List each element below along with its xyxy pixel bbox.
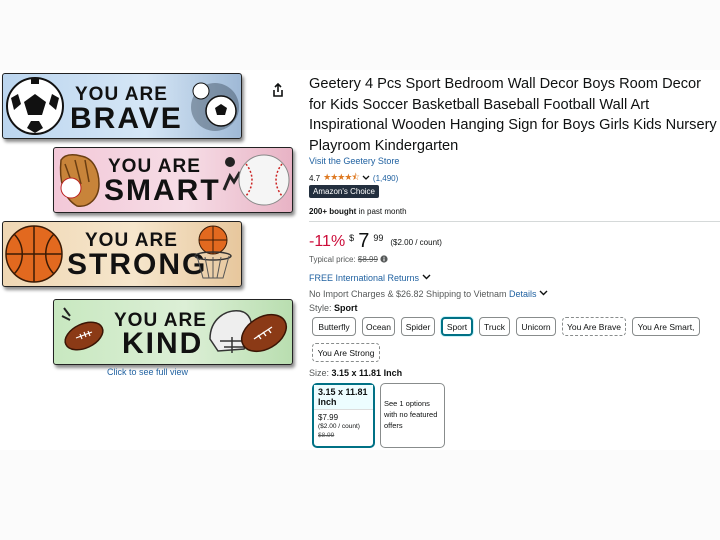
product-title: Geetery 4 Pcs Sport Bedroom Wall Decor B… [309, 76, 717, 154]
style-option-butterfly[interactable]: Butterfly [312, 317, 356, 336]
price-fraction: 99 [373, 233, 384, 243]
style-label: Style: Sport [309, 303, 358, 313]
style-option-unicorn[interactable]: Unicorn [516, 317, 556, 336]
shipping-text: No Import Charges & $26.82 Shipping to V… [309, 289, 509, 299]
size-card-old-price: $8.99 [318, 432, 335, 439]
style-option-ocean[interactable]: Ocean [362, 317, 395, 336]
divider [309, 221, 720, 222]
style-option-sport[interactable]: Sport [441, 317, 473, 336]
chevron-down-icon [422, 274, 431, 280]
image-gallery[interactable]: YOU ARE BRAVE YOU ARE SMART YOU ARE STRO… [0, 70, 300, 380]
price-whole: 7 [358, 230, 370, 252]
star-icon[interactable]: ★★★★⯪ [323, 170, 360, 186]
rating-value: 4.7 [309, 173, 321, 183]
store-link[interactable]: Visit the Geetery Store [309, 156, 399, 166]
free-returns-label: FREE International Returns [309, 273, 420, 283]
soccer-ball-icon [6, 77, 64, 135]
sign-line2: KIND [122, 327, 204, 360]
basketball-icon [5, 225, 63, 283]
bottom-band [0, 450, 720, 540]
full-view-link[interactable]: Click to see full view [107, 367, 188, 377]
style-option-spider[interactable]: Spider [401, 317, 435, 336]
style-option-you-are-brave[interactable]: You Are Brave [562, 317, 626, 336]
typical-price-value: $8.99 [357, 255, 378, 264]
info-icon[interactable] [380, 255, 388, 263]
bought-count: 200+ bought [309, 207, 357, 216]
bought-period: in past month [356, 207, 407, 216]
sign-image-strong[interactable]: YOU ARE STRONG [2, 221, 242, 287]
price-symbol: $ [349, 233, 355, 243]
style-option-truck[interactable]: Truck [479, 317, 510, 336]
amazons-choice-badge[interactable]: Amazon's Choice [309, 185, 379, 198]
chevron-down-icon[interactable] [539, 289, 548, 297]
sign-image-kind[interactable]: YOU ARE KIND [53, 299, 293, 365]
size-option-other[interactable]: See 1 options with no featured offers [380, 383, 445, 448]
baseball-glove-icon [59, 154, 100, 207]
bought-info: 200+ bought in past month [309, 207, 407, 216]
shipping-info: No Import Charges & $26.82 Shipping to V… [309, 289, 548, 299]
size-option-selected[interactable]: 3.15 x 11.81 Inch $7.99 ($2.00 / count) … [312, 383, 375, 448]
size-card-unit: ($2.00 / count) [318, 423, 360, 430]
price-block: -11% $ 7 99 ($2.00 / count) [309, 230, 442, 253]
size-label-text: Size: [309, 368, 332, 378]
share-icon[interactable] [270, 82, 286, 98]
sign-line2: BRAVE [70, 102, 183, 135]
football-icon [61, 307, 104, 351]
typical-price: Typical price: $8.99 [309, 255, 388, 264]
sign-image-smart[interactable]: YOU ARE SMART [53, 147, 293, 213]
sign-image-brave[interactable]: YOU ARE BRAVE [2, 73, 242, 139]
typical-price-label: Typical price: [309, 255, 358, 264]
style-selected: Sport [334, 303, 358, 313]
style-label-text: Style: [309, 303, 335, 313]
shipping-details-link[interactable]: Details [509, 289, 537, 299]
style-option-you-are-strong[interactable]: You Are Strong [312, 343, 380, 362]
unit-price: ($2.00 / count) [390, 238, 442, 247]
size-card-price: $7.99 [318, 413, 339, 422]
soccer-ball-icon [191, 82, 239, 131]
size-selected: 3.15 x 11.81 Inch [331, 368, 403, 378]
discount-percent: -11% [309, 233, 346, 250]
football-helmet-icon [209, 310, 288, 353]
rating-row: 4.7 ★★★★⯪ (1,490) [309, 170, 398, 186]
size-card-title: 3.15 x 11.81 Inch [314, 385, 373, 410]
size-label: Size: 3.15 x 11.81 Inch [309, 368, 402, 378]
chevron-down-icon[interactable] [362, 174, 370, 182]
rating-count-link[interactable]: (1,490) [373, 174, 398, 183]
sign-line2: STRONG [67, 248, 208, 281]
basketball-hoop-icon [194, 225, 232, 279]
top-band [0, 0, 720, 70]
size-card-body: $7.99 ($2.00 / count) $8.99 [314, 410, 373, 443]
baseball-icon [222, 154, 290, 206]
sign-line2: SMART [104, 174, 221, 207]
style-option-you-are-smart[interactable]: You Are Smart, [632, 317, 700, 336]
free-returns-link[interactable]: FREE International Returns [309, 273, 431, 283]
